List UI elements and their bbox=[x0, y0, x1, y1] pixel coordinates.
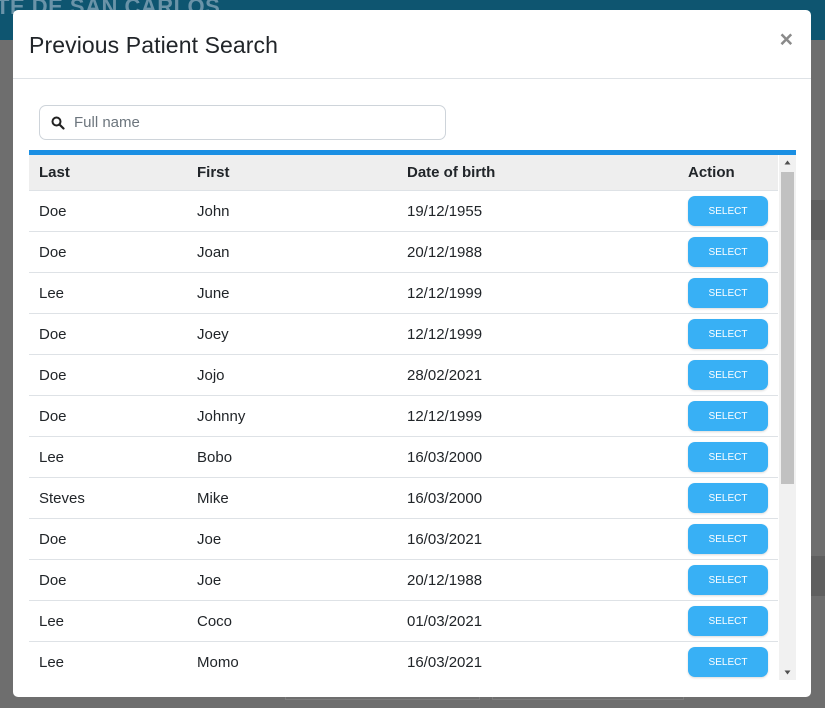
table-row: Doe Jojo 28/02/2021 SELECT bbox=[29, 355, 778, 396]
cell-action: SELECT bbox=[678, 237, 778, 267]
scroll-down-arrow-icon[interactable] bbox=[779, 665, 796, 680]
cell-action: SELECT bbox=[678, 278, 778, 308]
cell-action: SELECT bbox=[678, 647, 778, 677]
select-patient-button[interactable]: SELECT bbox=[688, 360, 768, 390]
search-icon bbox=[51, 116, 65, 130]
cell-first-name: Jojo bbox=[197, 366, 225, 384]
select-patient-button[interactable]: SELECT bbox=[688, 442, 768, 472]
cell-last-name: Doe bbox=[39, 571, 67, 589]
cell-last-name: Lee bbox=[39, 612, 65, 630]
cell-action: SELECT bbox=[678, 401, 778, 431]
select-patient-button[interactable]: SELECT bbox=[688, 401, 768, 431]
close-icon[interactable]: × bbox=[780, 28, 793, 51]
select-patient-button[interactable]: SELECT bbox=[688, 237, 768, 267]
cell-action: SELECT bbox=[678, 483, 778, 513]
modal-header: Previous Patient Search × bbox=[13, 10, 811, 79]
cell-date-of-birth: 16/03/2021 bbox=[407, 530, 483, 548]
cell-date-of-birth: 19/12/1955 bbox=[407, 202, 483, 220]
cell-date-of-birth: 28/02/2021 bbox=[407, 366, 483, 384]
cell-first-name: Mike bbox=[197, 489, 229, 507]
cell-last-name: Lee bbox=[39, 448, 65, 466]
cell-last-name: Doe bbox=[39, 366, 67, 384]
column-header-first[interactable]: First bbox=[187, 164, 397, 181]
cell-action: SELECT bbox=[678, 524, 778, 554]
cell-action: SELECT bbox=[678, 565, 778, 595]
select-patient-button[interactable]: SELECT bbox=[688, 278, 768, 308]
cell-date-of-birth: 16/03/2021 bbox=[407, 653, 483, 671]
cell-date-of-birth: 16/03/2000 bbox=[407, 489, 483, 507]
cell-action: SELECT bbox=[678, 319, 778, 349]
table-body: Doe John 19/12/1955 SELECT Doe Joan 20/12/1988… bbox=[29, 191, 796, 680]
previous-patient-search-modal: Previous Patient Search × Last First Dat… bbox=[13, 10, 811, 697]
scrollbar-thumb[interactable] bbox=[781, 172, 794, 484]
cell-last-name: Doe bbox=[39, 243, 67, 261]
table-row: Doe Joe 16/03/2021 SELECT bbox=[29, 519, 778, 560]
cell-action: SELECT bbox=[678, 360, 778, 390]
cell-date-of-birth: 20/12/1988 bbox=[407, 571, 483, 589]
cell-last-name: Doe bbox=[39, 202, 67, 220]
table-row: Doe Joan 20/12/1988 SELECT bbox=[29, 232, 778, 273]
table-row: Doe Joey 12/12/1999 SELECT bbox=[29, 314, 778, 355]
cell-first-name: Momo bbox=[197, 653, 239, 671]
cell-last-name: Steves bbox=[39, 489, 85, 507]
search-field[interactable] bbox=[39, 105, 446, 140]
cell-first-name: Joe bbox=[197, 530, 222, 548]
cell-date-of-birth: 12/12/1999 bbox=[407, 325, 483, 343]
cell-date-of-birth: 16/03/2000 bbox=[407, 448, 483, 466]
cell-first-name: Bobo bbox=[197, 448, 233, 466]
cell-action: SELECT bbox=[678, 442, 778, 472]
cell-date-of-birth: 01/03/2021 bbox=[407, 612, 483, 630]
table-row: Doe Johnny 12/12/1999 SELECT bbox=[29, 396, 778, 437]
select-patient-button[interactable]: SELECT bbox=[688, 606, 768, 636]
select-patient-button[interactable]: SELECT bbox=[688, 565, 768, 595]
column-header-last[interactable]: Last bbox=[29, 164, 187, 181]
cell-first-name: June bbox=[197, 284, 230, 302]
table-row: Doe John 19/12/1955 SELECT bbox=[29, 191, 778, 232]
select-patient-button[interactable]: SELECT bbox=[688, 196, 768, 226]
cell-action: SELECT bbox=[678, 606, 778, 636]
cell-last-name: Lee bbox=[39, 653, 65, 671]
cell-first-name: John bbox=[197, 202, 230, 220]
table-row: Steves Mike 16/03/2000 SELECT bbox=[29, 478, 778, 519]
cell-last-name: Doe bbox=[39, 325, 67, 343]
modal-title: Previous Patient Search bbox=[29, 32, 279, 58]
scroll-up-arrow-icon[interactable] bbox=[779, 155, 796, 170]
table-row: Lee Bobo 16/03/2000 SELECT bbox=[29, 437, 778, 478]
column-header-date-of-birth[interactable]: Date of birth bbox=[397, 164, 678, 181]
cell-last-name: Lee bbox=[39, 284, 65, 302]
table-row: Doe Joe 20/12/1988 SELECT bbox=[29, 560, 778, 601]
select-patient-button[interactable]: SELECT bbox=[688, 483, 768, 513]
cell-date-of-birth: 20/12/1988 bbox=[407, 243, 483, 261]
column-header-action: Action bbox=[688, 164, 735, 181]
table-row: Lee Coco 01/03/2021 SELECT bbox=[29, 601, 778, 642]
cell-last-name: Doe bbox=[39, 530, 67, 548]
table-row: Lee Momo 16/03/2021 SELECT bbox=[29, 642, 778, 680]
patient-results-table: Last First Date of birth Action Doe John 1… bbox=[29, 150, 796, 680]
table-header-row: Last First Date of birth Action bbox=[29, 155, 778, 191]
select-patient-button[interactable]: SELECT bbox=[688, 319, 768, 349]
cell-date-of-birth: 12/12/1999 bbox=[407, 284, 483, 302]
background-panel-right bbox=[811, 200, 825, 240]
cell-last-name: Doe bbox=[39, 407, 67, 425]
cell-first-name: Johnny bbox=[197, 407, 246, 425]
cell-action: SELECT bbox=[678, 196, 778, 226]
cell-first-name: Coco bbox=[197, 612, 233, 630]
cell-first-name: Joan bbox=[197, 243, 230, 261]
cell-first-name: Joey bbox=[197, 325, 229, 343]
table-scrollbar[interactable] bbox=[779, 155, 796, 680]
full-name-search-input[interactable] bbox=[74, 114, 414, 131]
select-patient-button[interactable]: SELECT bbox=[688, 647, 768, 677]
background-panel-right-lower bbox=[811, 556, 825, 596]
table-row: Lee June 12/12/1999 SELECT bbox=[29, 273, 778, 314]
cell-date-of-birth: 12/12/1999 bbox=[407, 407, 483, 425]
cell-first-name: Joe bbox=[197, 571, 222, 589]
select-patient-button[interactable]: SELECT bbox=[688, 524, 768, 554]
